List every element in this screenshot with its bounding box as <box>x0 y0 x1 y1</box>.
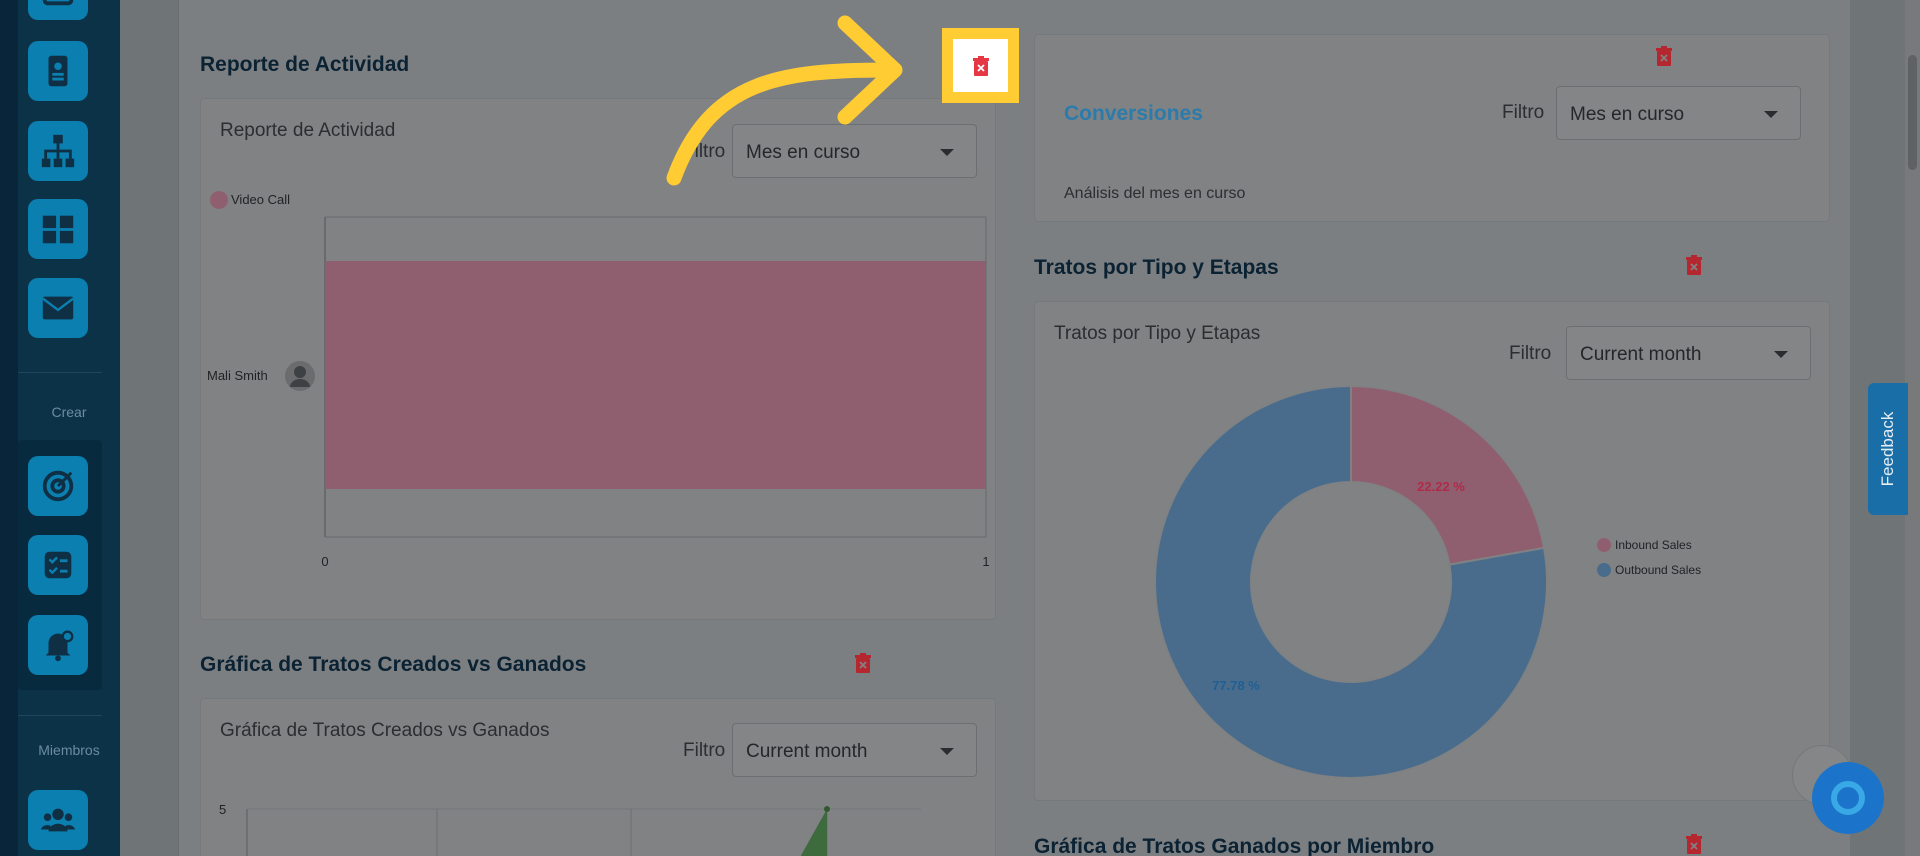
bell-icon <box>45 630 74 662</box>
delete-chart-icon[interactable] <box>854 653 872 673</box>
chevron-down-icon <box>1764 111 1778 118</box>
activity-bar-chart: Video Call Mali Smith 0 1 <box>207 191 990 569</box>
grid-icon <box>42 0 74 6</box>
created-vs-won-card: Gráfica de Tratos Creados vs Ganados Fil… <box>200 698 996 856</box>
activity-section-title: Reporte de Actividad <box>200 53 410 76</box>
created-vs-won-filter-select[interactable]: Current month <box>732 723 977 777</box>
feedback-label: Feedback <box>1878 411 1897 487</box>
hierarchy-icon <box>41 134 75 168</box>
highlight-inner <box>953 39 1008 92</box>
contact-card-icon <box>48 55 68 87</box>
conversions-filter-value: Mes en curso <box>1570 104 1685 125</box>
sidebar-goal-button[interactable] <box>28 456 88 516</box>
chat-launcher-button[interactable] <box>1812 762 1884 834</box>
mail-icon <box>42 296 74 320</box>
legend-label: Inbound Sales <box>1615 538 1692 552</box>
deals-type-section-title: Tratos por Tipo y Etapas <box>1034 256 1279 279</box>
boards-icon <box>42 215 74 244</box>
target-icon <box>42 470 74 502</box>
created-vs-won-filter-value: Current month <box>746 741 868 762</box>
deals-type-filter-value: Current month <box>1580 344 1702 365</box>
conversions-title[interactable]: Conversiones <box>1064 102 1203 126</box>
chat-icon <box>1831 781 1865 815</box>
legend-swatch <box>1597 563 1611 577</box>
deals-type-filter-select[interactable]: Current month <box>1566 326 1811 380</box>
legend-label: Video Call <box>231 192 290 207</box>
delete-conversions-icon[interactable] <box>1655 46 1673 66</box>
deals-type-inner-title: Tratos por Tipo y Etapas <box>1054 323 1261 344</box>
sidebar-divider-2 <box>18 715 102 716</box>
delete-deals-type-icon[interactable] <box>1685 255 1703 275</box>
sidebar-contacts-button[interactable] <box>28 41 88 101</box>
sidebar-reminder-button[interactable] <box>28 615 88 675</box>
checklist-icon <box>44 551 72 579</box>
sidebar-dashboard-button[interactable] <box>28 0 88 20</box>
sidebar-org-chart-button[interactable] <box>28 121 88 181</box>
avatar-head <box>294 366 306 378</box>
sidebar-members-button[interactable] <box>28 790 88 850</box>
sidebar-tasks-button[interactable] <box>28 535 88 595</box>
x-tick-label: 1 <box>982 554 989 569</box>
bar-mali-smith <box>325 261 986 489</box>
conversions-caption: Análisis del mes en curso <box>1064 185 1246 202</box>
created-vs-won-area-chart <box>246 806 921 856</box>
dashboard-content: Reporte de Actividad Reporte de Activida… <box>178 0 1850 856</box>
conversions-filter-label: Filtro <box>1502 102 1545 123</box>
scrollbar-thumb[interactable] <box>1908 55 1917 170</box>
deals-type-card: Tratos por Tipo y Etapas Filtro Current … <box>1034 301 1830 801</box>
deals-type-donut-chart: 22.22 % 77.78 % Inbound Sales Outbound Sale… <box>1154 384 1701 779</box>
sidebar: Crear Miembros <box>0 0 120 856</box>
sidebar-crear-label: Crear <box>51 404 87 420</box>
sidebar-boards-button[interactable] <box>28 199 88 259</box>
highlighted-delete-button[interactable] <box>942 28 1019 103</box>
chevron-down-icon <box>940 149 954 156</box>
sidebar-divider <box>18 372 102 373</box>
slice-label: 77.78 % <box>1212 678 1260 693</box>
trash-icon <box>972 55 989 76</box>
sidebar-mail-button[interactable] <box>28 278 88 338</box>
activity-inner-title: Reporte de Actividad <box>220 120 396 141</box>
category-label: Mali Smith <box>207 368 268 383</box>
deals-type-filter-label: Filtro <box>1509 343 1552 364</box>
donut-slice <box>1350 384 1546 566</box>
x-tick-label: 0 <box>321 554 328 569</box>
chevron-down-icon <box>1774 351 1788 358</box>
conversions-card: Conversiones Filtro Mes en curso Análisi… <box>1034 34 1830 222</box>
chevron-down-icon <box>940 748 954 755</box>
legend-swatch <box>210 191 228 209</box>
area-series <box>800 809 827 856</box>
tutorial-arrow-icon <box>666 15 903 186</box>
slice-label: 22.22 % <box>1417 479 1465 494</box>
feedback-tab[interactable]: Feedback <box>1868 383 1908 515</box>
delete-won-by-member-icon[interactable] <box>1685 834 1703 854</box>
users-icon <box>40 808 76 832</box>
sidebar-rail <box>0 0 18 856</box>
won-by-member-section-title: Gráfica de Tratos Ganados por Miembro <box>1034 835 1435 856</box>
created-vs-won-section-title: Gráfica de Tratos Creados vs Ganados <box>200 653 587 676</box>
area-point <box>824 806 830 812</box>
sidebar-miembros-label: Miembros <box>38 742 100 758</box>
created-vs-won-inner-title: Gráfica de Tratos Creados vs Ganados <box>220 720 550 741</box>
created-vs-won-filter-label: Filtro <box>683 740 726 761</box>
legend-label: Outbound Sales <box>1615 563 1701 577</box>
legend-swatch <box>1597 538 1611 552</box>
conversions-filter-select[interactable]: Mes en curso <box>1556 86 1801 140</box>
